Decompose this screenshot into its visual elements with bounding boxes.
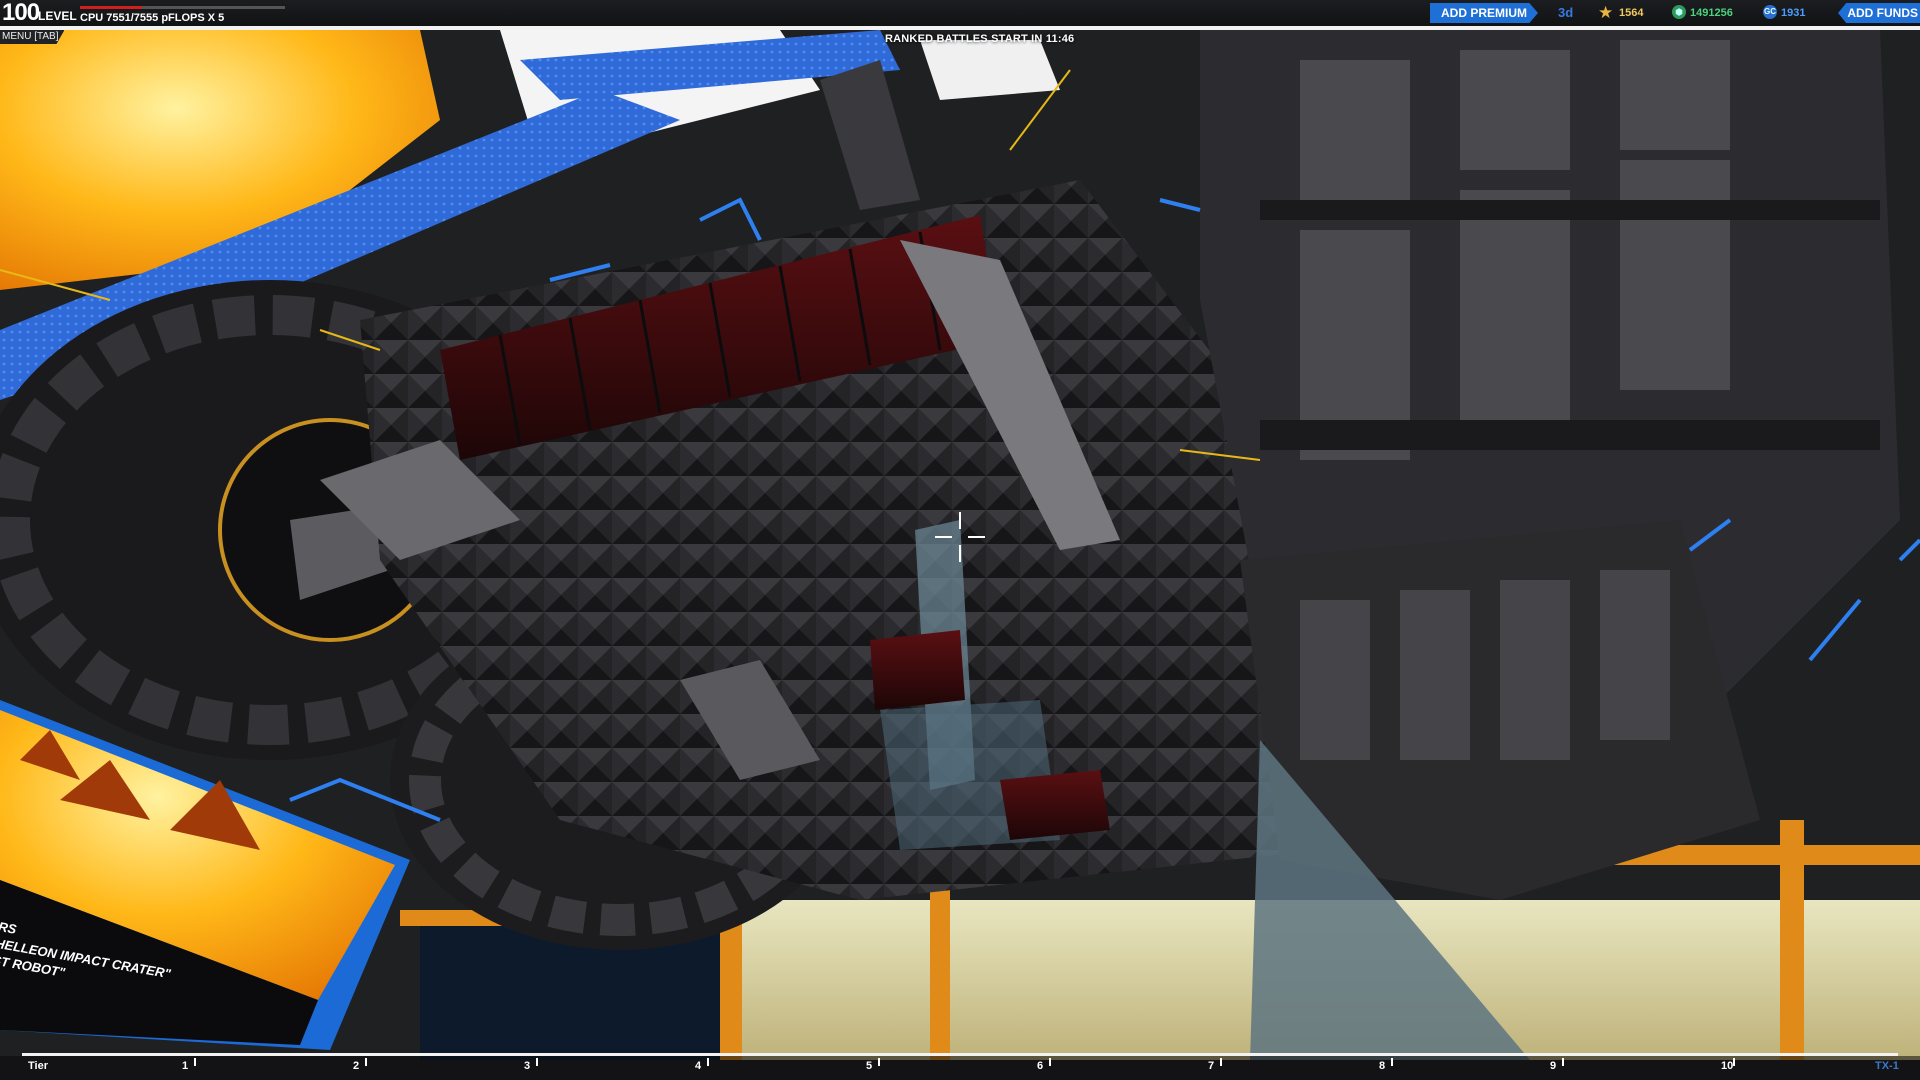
robits-icon: ⬢: [1672, 5, 1686, 19]
tier-bar-label: Tier: [28, 1060, 48, 1072]
tier-marker-label: 1: [182, 1060, 189, 1072]
galaxy-coins-value: 1931: [1781, 7, 1806, 19]
tier-marker-tick: [194, 1058, 196, 1066]
top-hud-bar: 100 LEVEL CPU 7551/7555 pFLOPS X 5 ADD P…: [0, 0, 1920, 26]
tier-marker-label: 8: [1379, 1060, 1386, 1072]
star-icon: ★: [1598, 3, 1614, 22]
level-progress-bar: [80, 6, 285, 9]
tier-marker-tick: [536, 1058, 538, 1066]
tier-marker-tick: [707, 1058, 709, 1066]
player-level-number: 100: [2, 0, 40, 26]
tier-marker-tick: [1391, 1058, 1393, 1066]
tier-marker-label: 6: [1037, 1060, 1044, 1072]
tier-bar-line: [22, 1053, 1898, 1056]
robot-tier-indicator: TX-1: [1875, 1060, 1899, 1072]
crosshair-icon: [935, 512, 985, 562]
robits-value: 1491256: [1690, 7, 1733, 19]
premium-days-remaining: 3d: [1558, 5, 1574, 20]
menu-tab-button[interactable]: MENU [TAB]: [0, 30, 64, 44]
tier-marker-tick: [1562, 1058, 1564, 1066]
tier-marker-tick: [365, 1058, 367, 1066]
tier-marker-tick: [1220, 1058, 1222, 1066]
ranked-battles-timer: RANKED BATTLES START IN 11:46: [885, 33, 1075, 45]
add-premium-button[interactable]: ADD PREMIUM: [1430, 3, 1538, 23]
add-funds-label: ADD FUNDS: [1847, 6, 1918, 20]
tier-marker-label: 3: [524, 1060, 531, 1072]
robot-points-value: 1564: [1619, 7, 1644, 19]
tier-marker-label: 2: [353, 1060, 360, 1072]
tier-marker-tick: [878, 1058, 880, 1066]
tier-marker-label: 10: [1721, 1060, 1734, 1072]
level-progress-fill: [80, 6, 142, 9]
tier-marker-tick: [1049, 1058, 1051, 1066]
tier-marker-label: 5: [866, 1060, 873, 1072]
galaxy-coin-icon: GC: [1763, 5, 1777, 19]
tier-bar-background: [0, 1056, 1920, 1080]
tier-marker-label: 4: [695, 1060, 702, 1072]
cpu-usage-text: CPU 7551/7555 pFLOPS X 5: [80, 12, 225, 24]
top-hud-divider: [0, 26, 1920, 30]
tier-marker-label: 9: [1550, 1060, 1557, 1072]
player-level-label: LEVEL: [38, 9, 77, 23]
add-funds-button[interactable]: ADD FUNDS: [1838, 3, 1920, 23]
tier-marker-tick: [1733, 1058, 1735, 1066]
tier-marker-label: 7: [1208, 1060, 1215, 1072]
